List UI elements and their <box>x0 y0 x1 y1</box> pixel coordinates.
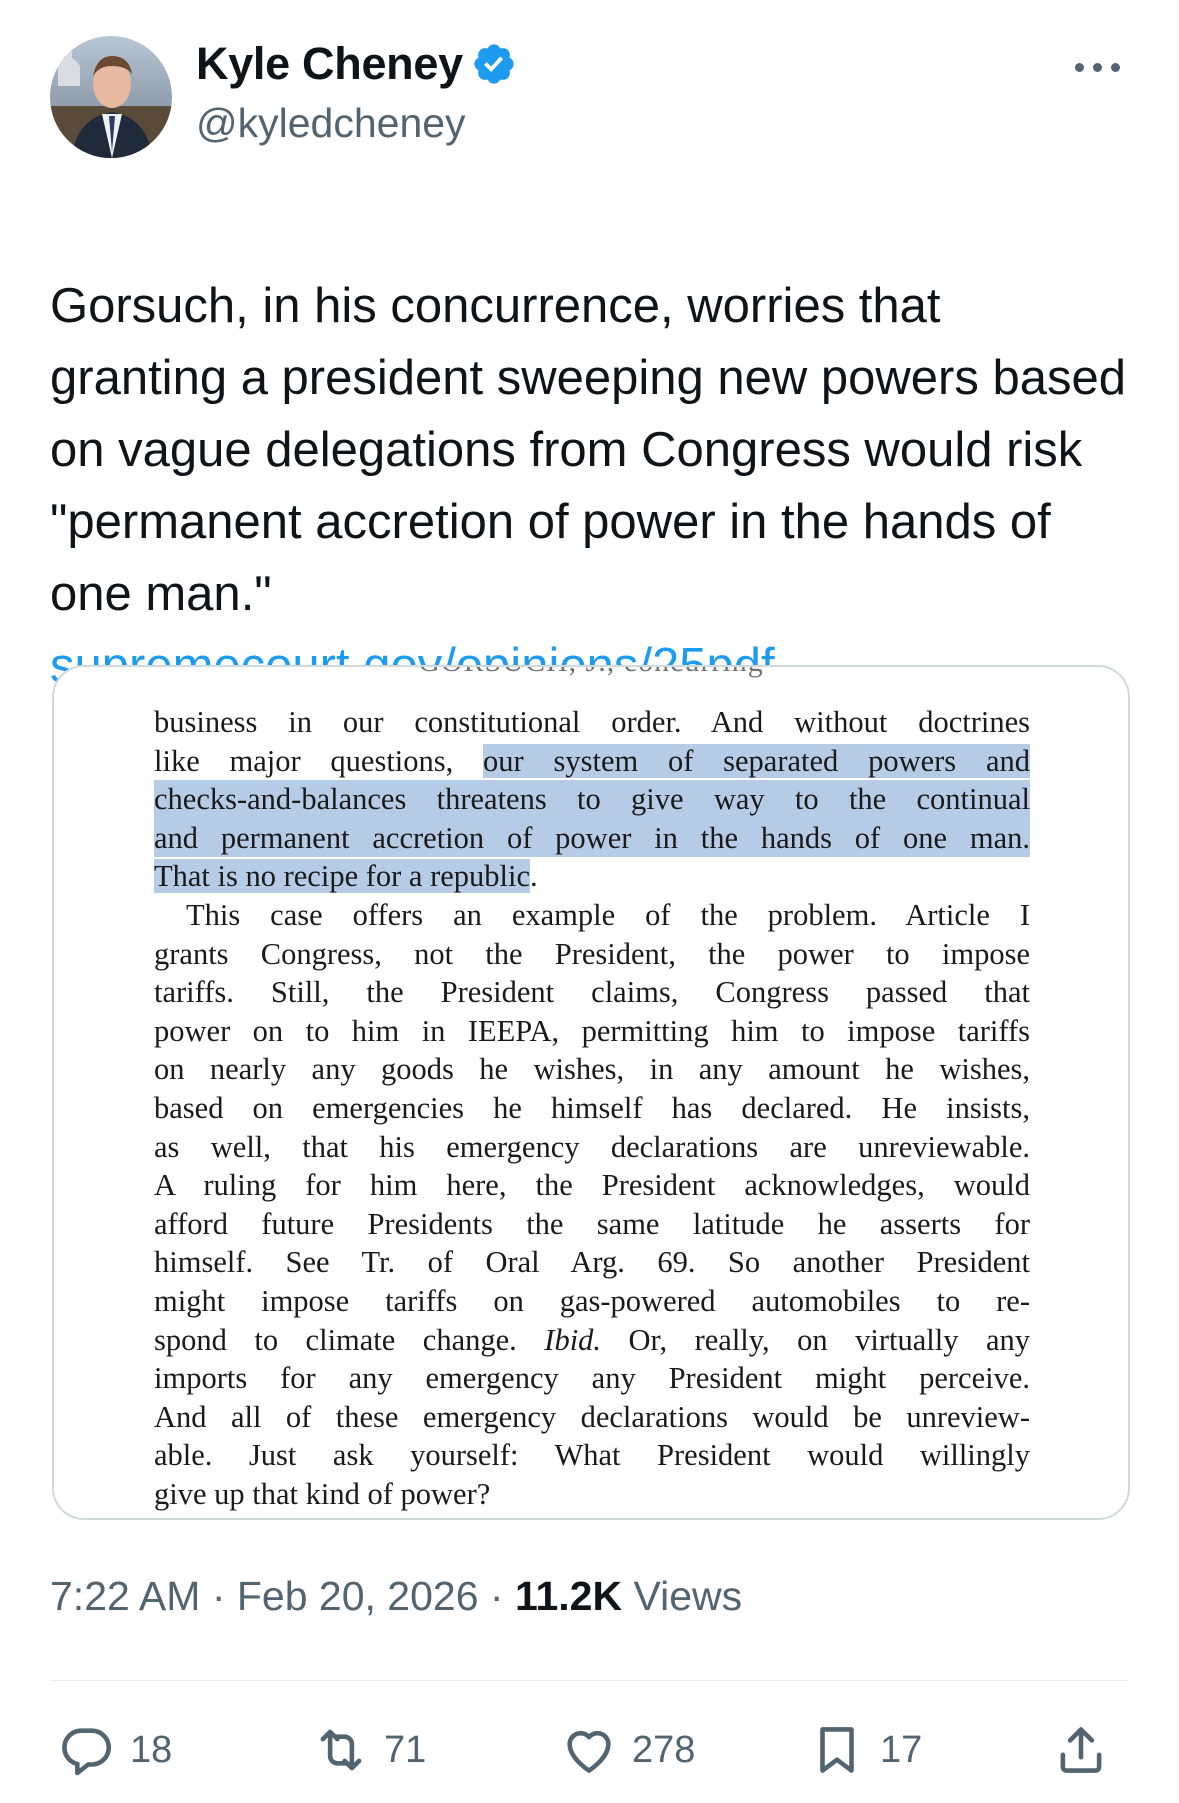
doc-line: afford future Presidents the same latitu… <box>154 1206 1030 1241</box>
tweet-date[interactable]: Feb 20, 2026 <box>237 1573 479 1619</box>
doc-line: based on emergencies he himself has decl… <box>154 1090 1030 1125</box>
share-icon <box>1060 1727 1102 1773</box>
bookmark-count: 17 <box>880 1728 923 1771</box>
reply-count: 18 <box>130 1728 173 1771</box>
highlighted-text: That is no recipe for a republic <box>154 859 531 894</box>
doc-line: And all of these emergency declarations … <box>154 1399 1030 1434</box>
author-name-row: Kyle Cheney <box>196 38 517 90</box>
views-count[interactable]: 11.2K <box>515 1573 622 1619</box>
doc-line: This case offers an example of the probl… <box>186 897 1030 932</box>
action-bar: 18 71 278 17 <box>0 1715 1179 1785</box>
heart-icon <box>567 1730 611 1773</box>
highlighted-text: our system of separated powers and <box>483 743 1030 778</box>
doc-line: on nearly any goods he wishes, in any am… <box>154 1052 1030 1087</box>
bookmark-icon <box>820 1727 854 1773</box>
divider <box>50 1680 1129 1681</box>
reply-button[interactable]: 18 <box>58 1715 172 1785</box>
repost-icon <box>320 1729 362 1771</box>
like-count: 278 <box>632 1728 696 1771</box>
doc-line: business in our constitutional order. An… <box>154 705 1030 739</box>
doc-line: able. Just ask yourself: What President … <box>154 1438 1030 1473</box>
doc-line: tariffs. Still, the President claims, Co… <box>154 975 1030 1010</box>
highlighted-text: and permanent accretion of power in the … <box>154 818 1030 858</box>
media-image[interactable]: GORSUCH, J., concurring business in our … <box>52 665 1130 1520</box>
bookmark-button[interactable]: 17 <box>808 1715 922 1785</box>
doc-line: A ruling for him here, the President ack… <box>154 1168 1030 1203</box>
doc-line: grants Congress, not the President, the … <box>154 936 1030 971</box>
more-options-icon[interactable] <box>1067 52 1127 82</box>
like-button[interactable]: 278 <box>560 1715 695 1785</box>
doc-line: give up that kind of power? <box>154 1476 491 1511</box>
views-label: Views <box>633 1573 743 1619</box>
highlighted-text: checks-and-balances threatens to give wa… <box>154 780 1030 819</box>
author-handle[interactable]: @kyledcheney <box>196 100 466 147</box>
repost-button[interactable]: 71 <box>312 1715 426 1785</box>
tweet-time[interactable]: 7:22 AM <box>50 1573 200 1619</box>
avatar-image <box>50 36 172 158</box>
doc-line: power on to him in IEEPA, permitting him… <box>154 1013 1030 1048</box>
doc-line: imports for any emergency any President … <box>154 1361 1030 1396</box>
doc-running-header: GORSUCH, J., concurring <box>54 667 1128 679</box>
doc-line: as well, that his emergency declarations… <box>154 1129 1030 1164</box>
share-button[interactable] <box>1052 1715 1110 1785</box>
doc-line: That is no recipe for a republic. <box>154 859 538 894</box>
verified-badge-icon[interactable] <box>471 41 517 87</box>
tweet-detail: Kyle Cheney @kyledcheney Gorsuch, in his… <box>0 0 1179 1803</box>
avatar[interactable] <box>50 36 172 158</box>
tweet-meta: 7:22 AM · Feb 20, 2026 · 11.2K Views <box>50 1573 743 1619</box>
document-excerpt: business in our constitutional order. An… <box>154 703 1030 1513</box>
doc-line: spond to climate change. Ibid. Or, reall… <box>154 1322 1030 1357</box>
doc-line: like major questions, our system of sepa… <box>154 743 1030 778</box>
author-name[interactable]: Kyle Cheney <box>196 38 463 90</box>
doc-line: himself. See Tr. of Oral Arg. 69. So ano… <box>154 1245 1030 1280</box>
reply-icon <box>62 1728 112 1776</box>
repost-count: 71 <box>384 1728 427 1771</box>
tweet-body: Gorsuch, in his concurrence, worries tha… <box>50 279 1126 621</box>
doc-line: might impose tariffs on gas-powered auto… <box>154 1283 1030 1318</box>
